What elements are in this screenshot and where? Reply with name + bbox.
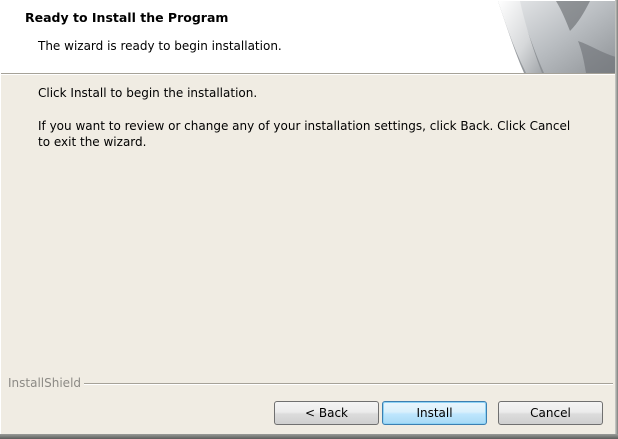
window-bottom-border [0,434,618,439]
page-title: Ready to Install the Program [25,10,229,25]
instruction-text: Click Install to begin the installation. [38,86,258,100]
installer-dialog: Ready to Install the Program The wizard … [0,0,616,439]
footer-divider-highlight [81,384,613,385]
page-curl-banner-graphic [486,1,616,73]
installshield-brand-label: InstallShield [8,376,85,390]
cancel-button[interactable]: Cancel [498,401,603,425]
back-button[interactable]: < Back [274,401,379,425]
install-button-label: Install [416,406,453,420]
cancel-button-label: Cancel [530,406,571,420]
install-button[interactable]: Install [382,401,487,425]
header-banner: Ready to Install the Program The wizard … [1,1,616,73]
review-settings-text: If you want to review or change any of y… [38,119,571,149]
back-button-label: < Back [304,406,348,420]
header-divider-highlight [1,74,616,75]
page-subtitle: The wizard is ready to begin installatio… [38,39,282,53]
